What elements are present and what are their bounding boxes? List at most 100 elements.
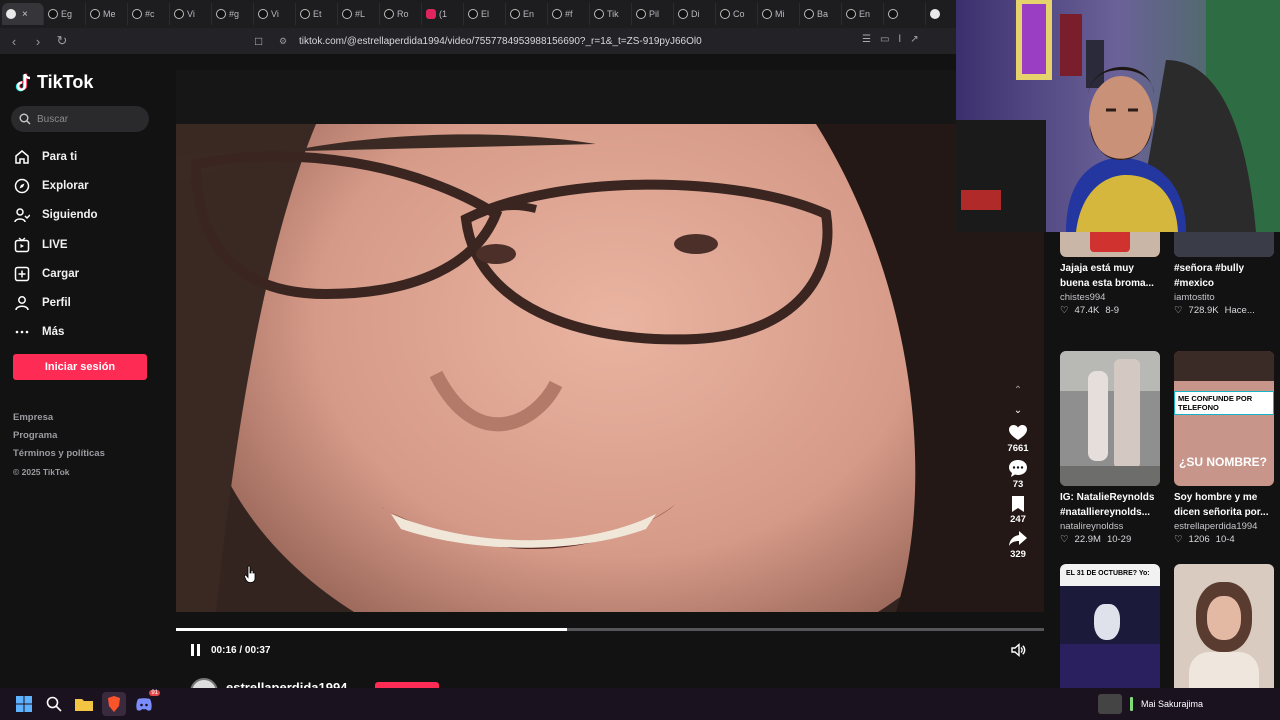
browser-tab[interactable]: #L: [338, 3, 380, 25]
volume-icon[interactable]: [1010, 642, 1026, 658]
sidebar-item-live[interactable]: LIVE: [14, 230, 98, 259]
reco-card[interactable]: Jajaja está muy buena esta broma... chis…: [1060, 232, 1164, 316]
browser-tab[interactable]: [884, 3, 926, 25]
close-tab-icon[interactable]: ×: [22, 9, 28, 20]
heart-outline-icon: ♡: [1060, 305, 1069, 316]
sidebar-footer: Empresa Programa Términos y políticas © …: [13, 409, 105, 481]
now-playing-widget[interactable]: Mai Sakurajima: [1098, 694, 1203, 714]
browser-tab[interactable]: Pil: [632, 3, 674, 25]
browser-tab[interactable]: Vi: [170, 3, 212, 25]
chevron-down-icon[interactable]: ⌄: [1014, 405, 1022, 425]
video-player[interactable]: [176, 124, 1044, 612]
author-username[interactable]: estrellaperdida1994: [226, 680, 347, 688]
browser-tab[interactable]: Co: [716, 3, 758, 25]
comment-action[interactable]: 73: [1009, 460, 1027, 490]
reco-views: 47.4K: [1074, 305, 1100, 316]
browser-tab[interactable]: Eg: [44, 3, 86, 25]
forward-icon[interactable]: ›: [28, 31, 48, 51]
footer-link-empresa[interactable]: Empresa: [13, 409, 105, 427]
bookmark-icon[interactable]: □: [255, 34, 273, 48]
reco-card[interactable]: ME CONFUNDE POR TELEFONO ¿SU NOMBRE? Soy…: [1174, 351, 1278, 545]
browser-tab[interactable]: #f: [548, 3, 590, 25]
author-avatar[interactable]: [190, 678, 218, 688]
reco-card[interactable]: EL 31 DE OCTUBRE? Yo:: [1060, 564, 1164, 688]
reco-date: 10-4: [1215, 534, 1235, 545]
album-art: [1098, 694, 1122, 714]
sidebar-item-perfil[interactable]: Perfil: [14, 288, 98, 317]
pause-button[interactable]: [191, 643, 205, 657]
reco-author: chistes994: [1060, 292, 1106, 303]
brave-browser-icon[interactable]: [102, 692, 126, 716]
windows-start-icon[interactable]: [12, 692, 36, 716]
browser-tab-label: Co: [733, 9, 745, 19]
tiktok-icon: [468, 9, 478, 19]
browser-tab[interactable]: #g: [212, 3, 254, 25]
browser-tab[interactable]: Vi: [254, 3, 296, 25]
webcam-overlay: [956, 0, 1280, 232]
save-action[interactable]: 247: [1010, 496, 1026, 525]
heart-icon: [1008, 425, 1027, 440]
screen-icon[interactable]: ▭: [880, 34, 889, 45]
video-progress-bar[interactable]: [176, 628, 1044, 631]
browser-tab[interactable]: Me: [86, 3, 128, 25]
browser-tab[interactable]: Ro: [380, 3, 422, 25]
comment-count: 73: [1012, 479, 1024, 490]
share-icon[interactable]: ↗: [910, 34, 918, 45]
browser-tab[interactable]: (1: [422, 3, 464, 25]
reco-date: Hace...: [1224, 305, 1255, 316]
reco-card[interactable]: IG: NatalieReynolds #natalliereynolds...…: [1060, 351, 1164, 545]
file-explorer-icon[interactable]: [72, 692, 96, 716]
footer-link-terminos[interactable]: Términos y políticas: [13, 445, 105, 463]
sidebar: TikTok Para ti Explorar Siguiendo: [0, 54, 176, 688]
address-bar[interactable]: □ ⚙ tiktok.com/@estrellaperdida1994/vide…: [255, 31, 955, 51]
browser-tab[interactable]: El: [464, 3, 506, 25]
footer-link-programa[interactable]: Programa: [13, 427, 105, 445]
back-icon[interactable]: ‹: [4, 31, 24, 51]
address-bar-icons: ☰ ▭ ا ↗: [862, 34, 919, 45]
browser-tab[interactable]: ×: [2, 3, 44, 25]
translate-icon[interactable]: ا: [898, 34, 901, 45]
site-info-icon[interactable]: ⚙: [279, 36, 295, 47]
heart-outline-icon: ♡: [1060, 534, 1069, 545]
tiktok-icon: [216, 9, 226, 19]
tiktok-icon: [804, 9, 814, 19]
discord-icon[interactable]: 91: [132, 690, 160, 716]
share-action[interactable]: 329: [1009, 531, 1027, 560]
browser-tab[interactable]: Mi: [758, 3, 800, 25]
sidebar-item-mas[interactable]: Más: [14, 318, 98, 347]
tiktok-logo[interactable]: TikTok: [15, 72, 93, 93]
sidebar-item-siguiendo[interactable]: Siguiendo: [14, 201, 98, 230]
reco-card[interactable]: [1174, 564, 1278, 688]
search-icon[interactable]: [42, 692, 66, 716]
tiktok-icon: [678, 9, 688, 19]
sidebar-item-para-ti[interactable]: Para ti: [14, 142, 98, 171]
sidebar-item-cargar[interactable]: Cargar: [14, 259, 98, 288]
search-input[interactable]: [37, 113, 137, 125]
browser-tab-label: Vi: [187, 9, 195, 19]
reader-icon[interactable]: ☰: [862, 34, 871, 45]
browser-tab-label: Ba: [817, 9, 829, 19]
video-frame: [176, 124, 1044, 612]
browser-tab[interactable]: Et: [296, 3, 338, 25]
sidebar-item-explorar[interactable]: Explorar: [14, 171, 98, 200]
browser-tab[interactable]: Ba: [800, 3, 842, 25]
discord-badge: 91: [149, 690, 160, 696]
reload-icon[interactable]: ↻: [52, 31, 72, 51]
tiktok-logo-icon: [15, 73, 31, 91]
browser-tab[interactable]: En: [506, 3, 548, 25]
chevron-up-icon[interactable]: ⌃: [1014, 385, 1022, 405]
login-button[interactable]: Iniciar sesión: [13, 354, 147, 380]
url-text[interactable]: tiktok.com/@estrellaperdida1994/video/75…: [299, 36, 702, 47]
webcam-feed: [956, 0, 1280, 232]
browser-tab[interactable]: En: [842, 3, 884, 25]
browser-tab[interactable]: #c: [128, 3, 170, 25]
browser-tab[interactable]: Tik: [590, 3, 632, 25]
search-box[interactable]: [11, 106, 149, 132]
bookmark-icon: [1011, 496, 1024, 512]
like-action[interactable]: 7661: [1007, 425, 1029, 454]
browser-tab[interactable]: Di: [674, 3, 716, 25]
reco-thumbnail: [1174, 232, 1274, 257]
video-time: 00:16 / 00:37: [211, 644, 271, 656]
reco-card[interactable]: #señora #bully #mexico iamtostito ♡ 728.…: [1174, 232, 1278, 316]
reco-date: 8-9: [1105, 305, 1120, 316]
